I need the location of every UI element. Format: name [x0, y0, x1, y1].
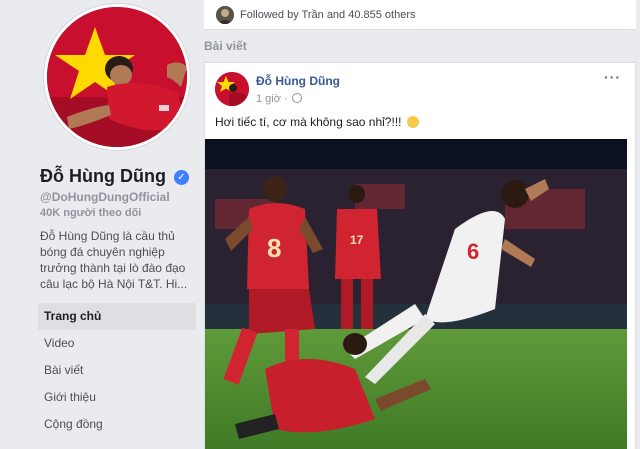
jersey-number-8: 8 [267, 233, 281, 263]
page-title: Đỗ Hùng Dũng ✓ [40, 166, 189, 187]
post-text-content: Hơi tiếc tí, cơ mà không sao nhỉ?!!! [215, 115, 402, 129]
nav-item-video[interactable]: Video [38, 330, 196, 357]
post-photo[interactable]: 8 17 6 [205, 139, 627, 449]
nav-item-about[interactable]: Giới thiệu [38, 384, 196, 411]
post-author-name[interactable]: Đỗ Hùng Dũng [256, 74, 340, 88]
follower-avatar-image [216, 6, 234, 24]
post-card: Đỗ Hùng Dũng 1 giờ · ··· Hơi tiếc tí, cơ… [204, 62, 636, 449]
followed-by-text[interactable]: Followed by Trần and 40.855 others [240, 9, 416, 21]
followed-by-card: Followed by Trần and 40.855 others [204, 0, 636, 30]
football-match-photo: 8 17 6 [205, 139, 627, 449]
profile-avatar-image [47, 7, 187, 147]
follower-avatar[interactable] [216, 6, 234, 24]
posts-section-title: Bài viết [204, 39, 247, 53]
smile-emoji-icon [406, 116, 419, 128]
verified-badge-icon: ✓ [173, 170, 189, 185]
post-timestamp[interactable]: 1 giờ · [256, 93, 302, 105]
post-time-text: 1 giờ · [256, 93, 288, 105]
page-bio: Đỗ Hùng Dũng là cầu thủ bóng đá chuyên n… [40, 229, 188, 291]
nav-item-posts[interactable]: Bài viết [38, 357, 196, 384]
profile-avatar[interactable] [44, 4, 190, 150]
jersey-number-6: 6 [467, 239, 479, 264]
page-name-text: Đỗ Hùng Dũng [40, 166, 166, 186]
follower-count: 40K người theo dõi [40, 207, 142, 219]
post-text: Hơi tiếc tí, cơ mà không sao nhỉ?!!! [215, 115, 419, 129]
post-avatar-image [215, 72, 249, 106]
jersey-number-17: 17 [350, 233, 364, 247]
profile-column: Đỗ Hùng Dũng ✓ @DoHungDungOfficial 40K n… [0, 0, 200, 449]
globe-icon [291, 93, 302, 103]
nav-item-community[interactable]: Cộng đồng [38, 411, 196, 438]
page-handle[interactable]: @DoHungDungOfficial [40, 190, 170, 204]
nav-item-home[interactable]: Trang chủ [38, 303, 196, 330]
more-options-icon[interactable]: ··· [604, 69, 621, 85]
post-author-avatar[interactable] [215, 72, 249, 106]
page-nav: Trang chủ Video Bài viết Giới thiệu Cộng… [38, 303, 196, 438]
